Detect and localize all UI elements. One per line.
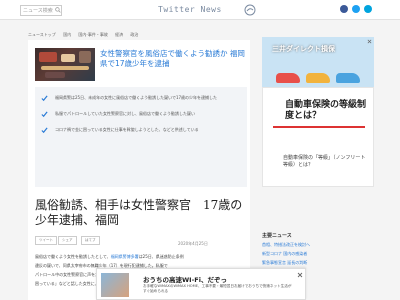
check-icon — [41, 111, 48, 118]
check-icon — [41, 95, 48, 102]
article-date: 2020年4月25日 — [178, 241, 208, 246]
hatena-icon[interactable] — [364, 5, 372, 13]
ad-title: おうちの高速WI-Fi、だぞっ — [143, 276, 227, 284]
article-thumbnail[interactable] — [35, 48, 95, 81]
check-icon — [41, 127, 48, 134]
news-link[interactable]: 緊急事態宣言 延長の判断 — [262, 260, 374, 266]
ad-info-icon[interactable] — [367, 39, 372, 44]
nav-item[interactable]: 国内 — [63, 32, 71, 38]
twitter-icon[interactable] — [352, 5, 360, 13]
nav-item[interactable]: ニューストップ — [28, 32, 56, 38]
ad-title: 自動車保険の等級制度とは？ — [285, 100, 367, 121]
bird-icon — [244, 4, 256, 16]
site-header: ニュース検索 Twitter News — [0, 0, 400, 20]
car-image — [306, 73, 330, 83]
ad-divider — [273, 126, 365, 128]
article-card: 女性警察官を風俗店で働くよう勧誘か 福岡県で17歳少年を逮捕 福岡県警は25日、… — [28, 40, 250, 300]
article-summary: 福岡県警は25日、未成年の女性に風俗店で働くよう勧誘した疑いで17歳の少年を逮捕… — [35, 87, 247, 187]
news-link[interactable]: 首相、特措法改正を検討へ — [262, 242, 374, 248]
main-news-heading: 主要ニュース — [262, 233, 292, 239]
body-link[interactable]: 福岡県警博多署 — [111, 254, 139, 259]
summary-item: 私服でパトロールしていた女性警察官に対し、風俗店で働くよう勧誘した疑い — [41, 109, 241, 123]
summary-item: コロナ禍で金に困っている女性に仕事を斡旋しようとした、などと供述している — [41, 125, 241, 139]
body-text: は25日、県迷惑防止条例 — [138, 254, 184, 259]
category-nav: ニューストップ 国内 国内-事件・事故 経済 政治 — [28, 32, 248, 40]
summary-text: コロナ禍で金に困っている女性に仕事を斡旋しようとした、などと供述している — [55, 127, 199, 132]
share-button[interactable]: シェア — [58, 236, 77, 245]
bottom-overlay-ad[interactable]: おうちの高速WI-Fi、だぞっ お手軽なWiMAXのWiMAX HOME、工事不… — [96, 268, 306, 300]
site-logo[interactable]: Twitter News — [158, 5, 242, 16]
car-image — [276, 73, 300, 83]
summary-item: 福岡県警は25日、未成年の女性に風俗店で働くよう勧誘した疑いで17歳の少年を逮捕… — [41, 93, 241, 107]
news-link[interactable]: 新型コロナ 国内の感染者 — [262, 251, 374, 257]
body-paragraph: 風俗店で働くよう女性を勧誘したとして、福岡県警博多署は25日、県迷惑防止条例 — [35, 252, 247, 261]
sidebar-ad-article[interactable]: 自動車保険の等級制度とは？ 自動車保険の「等級」（ノンフリート等級）とは？ — [262, 87, 374, 187]
nav-item[interactable]: 政治 — [130, 32, 138, 38]
summary-text: 福岡県警は25日、未成年の女性に風俗店で働くよう勧誘した疑いで17歳の少年を逮捕… — [55, 95, 218, 100]
ad-brand-text: 三井ダイレクト損保 — [272, 45, 335, 53]
car-image — [336, 73, 360, 83]
ad-description: お手軽なWiMAXのWiMAX HOME、工事不要・最短翌日お届けでおうちで快適… — [143, 284, 292, 293]
hatena-bookmark-button[interactable]: はてブ — [81, 236, 100, 245]
facebook-icon[interactable] — [340, 5, 348, 13]
body-text: 風俗店で働くよう女性を勧誘したとして、 — [35, 254, 111, 259]
search-icon[interactable] — [55, 7, 61, 13]
sidebar-ad-insurance[interactable]: 三井ダイレクト損保 — [262, 37, 374, 87]
article-title: 風俗勧誘、相手は女性警察官 17歳の少年逮捕、福岡 — [35, 198, 243, 227]
ad-thumbnail — [101, 273, 129, 297]
article-headline[interactable]: 女性警察官を風俗店で働くよう勧誘か 福岡県で17歳少年を逮捕 — [100, 49, 246, 68]
ad-subtitle: 自動車保険の「等級」（ノンフリート等級）とは？ — [283, 155, 366, 168]
summary-text: 私服でパトロールしていた女性警察官に対し、風俗店で働くよう勧誘した疑い — [55, 111, 195, 116]
nav-item[interactable]: 経済 — [115, 32, 123, 38]
close-icon[interactable] — [297, 272, 303, 278]
tweet-button[interactable]: ツイート — [35, 236, 57, 245]
nav-item[interactable]: 国内-事件・事故 — [78, 32, 107, 38]
